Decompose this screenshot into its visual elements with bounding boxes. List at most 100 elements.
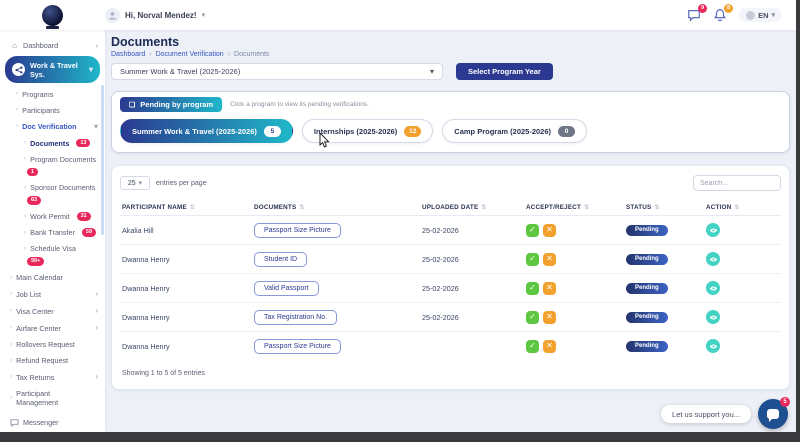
chevron-down-icon: ▾ [201,12,206,19]
program-pill-internships[interactable]: Internships (2025-2026) 12 [301,119,434,143]
window-scrollbar[interactable] [796,0,800,442]
sort-icon[interactable]: ⇅ [190,205,195,211]
program-pill-camp-program[interactable]: Camp Program (2025-2026) 0 [442,119,588,143]
sidebar-item-job-list[interactable]: › Job List › [0,286,105,303]
sidebar-item-participant-management[interactable]: › Participant Management [0,386,86,411]
sidebar-item-label: Bank Transfer [30,228,75,238]
view-button[interactable] [706,252,720,266]
sidebar-item-airfare-center[interactable]: › Airfare Center › [0,320,105,337]
count-badge: 13 [76,138,91,148]
table-row: Dwanna Henry Passport Size Picture ✓ ✕ P… [120,332,781,360]
sidebar-item-refund-request[interactable]: › Refund Request [0,353,105,369]
messages-button[interactable]: 9 [687,3,708,23]
user-menu[interactable]: Hi, Norval Mendez! ▾ [105,7,206,23]
x-icon: ✕ [546,341,553,350]
panel-header: ❏ Pending by program Click a program to … [120,97,781,112]
accept-reject-cell: ✓ ✕ [526,252,626,266]
sidebar-item-participants[interactable]: › Participants [0,102,105,118]
sort-icon[interactable]: ⇅ [584,205,589,211]
accept-reject-cell: ✓ ✕ [526,310,626,324]
notifications-button[interactable]: 8 [713,3,734,23]
document-button[interactable]: Student ID [254,251,308,267]
accept-button[interactable]: ✓ [526,223,539,237]
person-icon [108,11,117,20]
program-pill-summer-work-travel[interactable]: Summer Work & Travel (2025-2026) 5 [120,119,293,143]
breadcrumb-document-verification[interactable]: Document Verification [156,51,224,58]
sort-icon[interactable]: ⇅ [481,205,486,211]
sort-icon[interactable]: ⇅ [654,205,659,211]
support-chat-label[interactable]: Let us support you... [661,405,751,423]
view-button[interactable] [706,310,720,324]
column-header-participant-name[interactable]: PARTICIPANT NAME ⇅ [122,204,254,211]
table-row: Dwanna Henry Student ID 25-02-2026 ✓ ✕ P… [120,245,781,274]
sidebar-item-work-permit[interactable]: › Work Permit 31 [0,209,105,225]
sidebar-item-label: Doc Verification [22,122,77,131]
view-button[interactable] [706,281,720,295]
status-badge: Pending [626,340,668,352]
sidebar-item-tax-returns[interactable]: › Tax Returns › [0,369,105,386]
search-input[interactable] [693,175,781,191]
reject-button[interactable]: ✕ [543,223,556,237]
pending-by-program-chip[interactable]: ❏ Pending by program [120,97,223,112]
accept-button[interactable]: ✓ [526,252,539,266]
document-button[interactable]: Passport Size Picture [254,338,341,354]
column-header-action[interactable]: ACTION ⇅ [706,204,779,211]
sidebar-item-dashboard[interactable]: ⌂ Dashboard › [0,37,105,54]
breadcrumb-documents: Documents [234,51,270,58]
program-year-select[interactable]: Summer Work & Travel (2025-2026) ▾ [111,63,443,80]
sidebar-item-sponsor-documents[interactable]: › Sponsor Documents 63 [0,180,105,209]
chevron-right-icon: › [95,306,98,316]
column-header-status[interactable]: STATUS ⇅ [626,204,706,211]
sidebar-item-label: Work Permit [30,212,70,222]
column-header-documents[interactable]: DOCUMENTS ⇅ [254,204,422,211]
accept-button[interactable]: ✓ [526,281,539,295]
sidebar-item-rollovers-request[interactable]: › Rollovers Request [0,337,105,353]
view-button[interactable] [706,223,720,237]
main-content: Documents Dashboard › Document Verificat… [105,30,796,432]
language-selector[interactable]: EN ▾ [739,8,782,22]
accept-button[interactable]: ✓ [526,339,539,353]
reject-button[interactable]: ✕ [543,339,556,353]
support-chat-button[interactable]: 5 [758,397,790,429]
sidebar-item-main-calendar[interactable]: › Main Calendar [0,270,105,286]
entries-per-page-select[interactable]: 25 ▾ [120,176,150,190]
sort-icon[interactable]: ⇅ [734,205,739,211]
x-icon: ✕ [546,283,553,292]
bullet-icon: › [10,356,13,364]
select-program-year-button[interactable]: Select Program Year [456,63,553,80]
document-button[interactable]: Valid Passport [254,280,319,296]
sidebar-item-work-travel-sys[interactable]: Work & Travel Sys. ▾ [5,56,100,83]
sort-icon[interactable]: ⇅ [299,205,304,211]
reject-button[interactable]: ✕ [543,281,556,295]
sidebar-item-program-documents[interactable]: › Program Documents 1 [0,151,105,180]
sidebar-item-programs[interactable]: › Programs [0,86,105,102]
brand-logo[interactable] [0,4,105,29]
column-header-uploaded-date[interactable]: UPLOADED DATE ⇅ [422,204,526,211]
accept-reject-cell: ✓ ✕ [526,281,626,295]
eye-icon [709,285,717,291]
sidebar-item-visa-center[interactable]: › Visa Center › [0,303,105,320]
sidebar-item-bank-transfer[interactable]: › Bank Transfer 59 [0,225,105,241]
accept-button[interactable]: ✓ [526,310,539,324]
sidebar-item-schedule-visa[interactable]: › Schedule Visa 99+ [0,241,105,270]
greeting-text: Hi, Norval Mendez! [125,10,197,20]
uploaded-date: 25-02-2026 [422,225,459,235]
breadcrumb-dashboard[interactable]: Dashboard [111,51,145,58]
sidebar-scrollbar[interactable] [101,85,104,235]
messages-badge: 9 [698,3,708,13]
table-row: Akalia Hill Passport Size Picture 25-02-… [120,216,781,245]
app-window: Hi, Norval Mendez! ▾ 9 8 EN ▾ ⌂ Dashboar… [0,0,800,442]
sidebar-item-label: Rollovers Request [16,340,75,350]
view-button[interactable] [706,339,720,353]
document-button[interactable]: Passport Size Picture [254,222,341,238]
column-header-accept-reject[interactable]: ACCEPT/REJECT ⇅ [526,204,626,211]
sidebar-item-doc-verification[interactable]: › Doc Verification ▾ [0,118,105,135]
sidebar-item-documents[interactable]: › Documents 13 [0,135,105,151]
chevron-down-icon: ▾ [429,67,434,76]
table-header-row: PARTICIPANT NAME ⇅ DOCUMENTS ⇅ UPLOADED DA… [120,200,781,216]
reject-button[interactable]: ✕ [543,310,556,324]
check-icon: ✓ [529,254,536,263]
reject-button[interactable]: ✕ [543,252,556,266]
sidebar-item-messenger[interactable]: Messenger [0,415,105,431]
document-button[interactable]: Tax Registration No. [254,309,338,325]
